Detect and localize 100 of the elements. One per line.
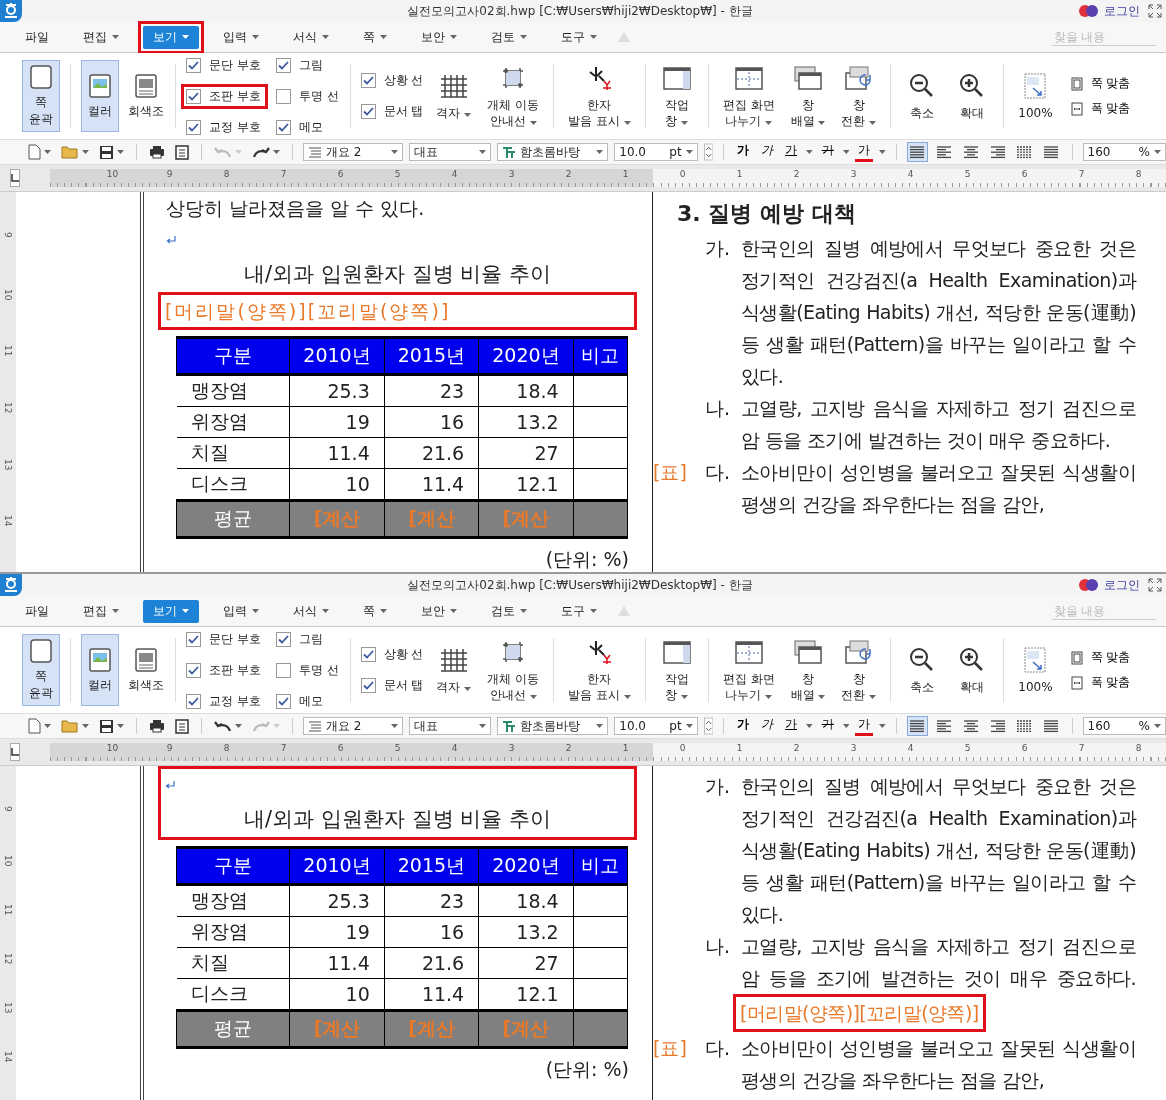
ribbon-tool-button[interactable]: 창 배열 [786, 636, 830, 704]
checkbox[interactable] [186, 662, 201, 678]
save-button[interactable] [97, 144, 126, 160]
checkbox-option[interactable]: 문단 부호 [181, 52, 268, 78]
checkbox[interactable] [360, 104, 376, 119]
align-button[interactable] [906, 142, 928, 162]
font-size-field[interactable]: 10.0 pt [614, 143, 698, 161]
checkbox-option[interactable]: 문서 탭 [355, 673, 431, 698]
paragraph-style-dropdown[interactable]: 대표 [409, 143, 491, 161]
ribbon-tool-button[interactable]: 편집 화면 나누기 [718, 636, 779, 704]
menu-item[interactable]: 보안 [406, 594, 472, 628]
checkbox[interactable] [275, 119, 291, 135]
fullscreen-icon[interactable] [1148, 578, 1162, 592]
save-button[interactable] [97, 718, 126, 734]
style-dropdown[interactable]: 개요 2 [302, 717, 404, 735]
checkbox[interactable] [186, 119, 201, 135]
format-button[interactable]: 가 [855, 142, 874, 162]
spinner-icon[interactable] [703, 143, 714, 161]
menu-item[interactable]: 쪽 [348, 594, 402, 628]
vertical-ruler[interactable]: 9 10 11 12 13 14 [0, 192, 16, 572]
format-button[interactable]: 가 [734, 716, 752, 736]
vertical-ruler[interactable]: 9 10 11 12 13 14 [0, 766, 16, 1100]
spinner-icon[interactable] [703, 717, 714, 735]
ribbon-tool-button[interactable]: 한자 발음 표시 [564, 62, 635, 130]
tab-type-icon[interactable] [11, 174, 19, 182]
search-field[interactable]: 찾을 내용 [1052, 28, 1156, 46]
menu-item[interactable]: 편집 [68, 594, 134, 628]
zoom-field[interactable]: 160 % [1082, 143, 1166, 161]
menu-item[interactable]: 서식 [278, 20, 344, 54]
fit-button[interactable]: 쪽 맞춤 [1070, 75, 1131, 92]
menu-item[interactable]: 검토 [476, 594, 542, 628]
ribbon-tool-button[interactable]: 격자 [432, 70, 476, 122]
new-document-button[interactable] [26, 718, 53, 734]
checkbox-option[interactable]: 상황 선 [355, 68, 431, 93]
format-button[interactable]: 가 [734, 142, 752, 162]
checkbox-option[interactable]: 그림 [270, 626, 346, 652]
menu-item[interactable]: 도구 [546, 594, 612, 628]
fit-button[interactable]: 폭 맞춤 [1070, 100, 1131, 117]
ribbon-tool-button[interactable]: 작업 창 [655, 62, 698, 130]
checkbox[interactable] [275, 693, 291, 709]
view-toggle-button[interactable]: 회색조 [127, 60, 165, 132]
checkbox[interactable] [360, 647, 376, 662]
ribbon-tool-button[interactable]: 축소 [901, 70, 944, 122]
format-button[interactable]: 가 [758, 142, 776, 162]
checkbox-option[interactable]: 메모 [270, 114, 346, 140]
login-link[interactable]: 로그인 [1104, 576, 1140, 594]
open-button[interactable] [59, 719, 91, 733]
format-button[interactable]: 가 [818, 716, 837, 736]
checkbox-option[interactable]: 교정 부호 [181, 114, 268, 140]
format-button[interactable]: 가 [855, 716, 874, 736]
ribbon-tool-button[interactable]: 창 전환 [837, 62, 881, 130]
checkbox-option[interactable]: 문단 부호 [181, 626, 268, 652]
checkbox-option[interactable]: 메모 [270, 688, 346, 714]
menu-item[interactable]: 쪽 [348, 20, 402, 54]
view-toggle-button[interactable]: 컬러 [81, 634, 119, 706]
menu-item[interactable]: 편집 [68, 20, 134, 54]
view-toggle-button[interactable]: 쪽 윤곽 [22, 634, 60, 706]
checkbox[interactable] [186, 57, 201, 73]
login-link[interactable]: 로그인 [1104, 2, 1140, 20]
search-field[interactable]: 찾을 내용 [1052, 602, 1156, 620]
zoom-field[interactable]: 160 % [1082, 717, 1166, 735]
menu-item[interactable]: 도구 [546, 20, 612, 54]
checkbox-option[interactable]: 교정 부호 [181, 688, 268, 714]
fullscreen-icon[interactable] [1148, 4, 1162, 18]
checkbox-option[interactable]: 투명 선 [270, 657, 346, 683]
checkbox-option[interactable]: 조판 부호 [181, 83, 268, 109]
checkbox-option[interactable]: 상황 선 [355, 642, 431, 667]
checkbox-option[interactable]: 그림 [270, 52, 346, 78]
checkbox[interactable] [360, 678, 376, 693]
menu-item[interactable]: 입력 [208, 594, 274, 628]
format-button[interactable]: 가 [818, 142, 837, 162]
checkbox-option[interactable]: 문서 탭 [355, 99, 431, 124]
ribbon-tool-button[interactable]: 100% [1014, 70, 1057, 122]
checkbox[interactable] [275, 88, 291, 104]
menu-item[interactable]: 검토 [476, 20, 542, 54]
checkbox[interactable] [275, 57, 291, 73]
align-button[interactable] [906, 716, 928, 736]
ribbon-tool-button[interactable]: 격자 [432, 644, 476, 696]
preview-button[interactable] [172, 718, 191, 734]
ribbon-tool-button[interactable]: 개체 이동 안내선 [483, 636, 544, 704]
checkbox[interactable] [275, 631, 291, 647]
ribbon-tool-button[interactable]: 축소 [901, 644, 944, 696]
ribbon-tool-button[interactable]: 창 전환 [837, 636, 881, 704]
view-toggle-button[interactable]: 쪽 윤곽 [22, 60, 60, 132]
ribbon-tool-button[interactable]: 편집 화면 나누기 [718, 62, 779, 130]
ribbon-tool-button[interactable]: 한자 발음 표시 [564, 636, 635, 704]
style-dropdown[interactable]: 개요 2 [302, 143, 404, 161]
undo-button[interactable] [211, 720, 244, 732]
view-toggle-button[interactable]: 컬러 [81, 60, 119, 132]
checkbox[interactable] [186, 88, 201, 104]
checkbox[interactable] [186, 693, 201, 709]
new-document-button[interactable] [26, 144, 53, 160]
preview-button[interactable] [172, 144, 191, 160]
checkbox[interactable] [360, 73, 376, 88]
open-button[interactable] [59, 145, 91, 159]
menu-item[interactable]: 보안 [406, 20, 472, 54]
ribbon-tool-button[interactable]: 개체 이동 안내선 [483, 62, 544, 130]
ribbon-tool-button[interactable]: 확대 [951, 644, 994, 696]
fit-button[interactable]: 쪽 맞춤 [1070, 649, 1131, 666]
ribbon-tool-button[interactable]: 확대 [951, 70, 994, 122]
